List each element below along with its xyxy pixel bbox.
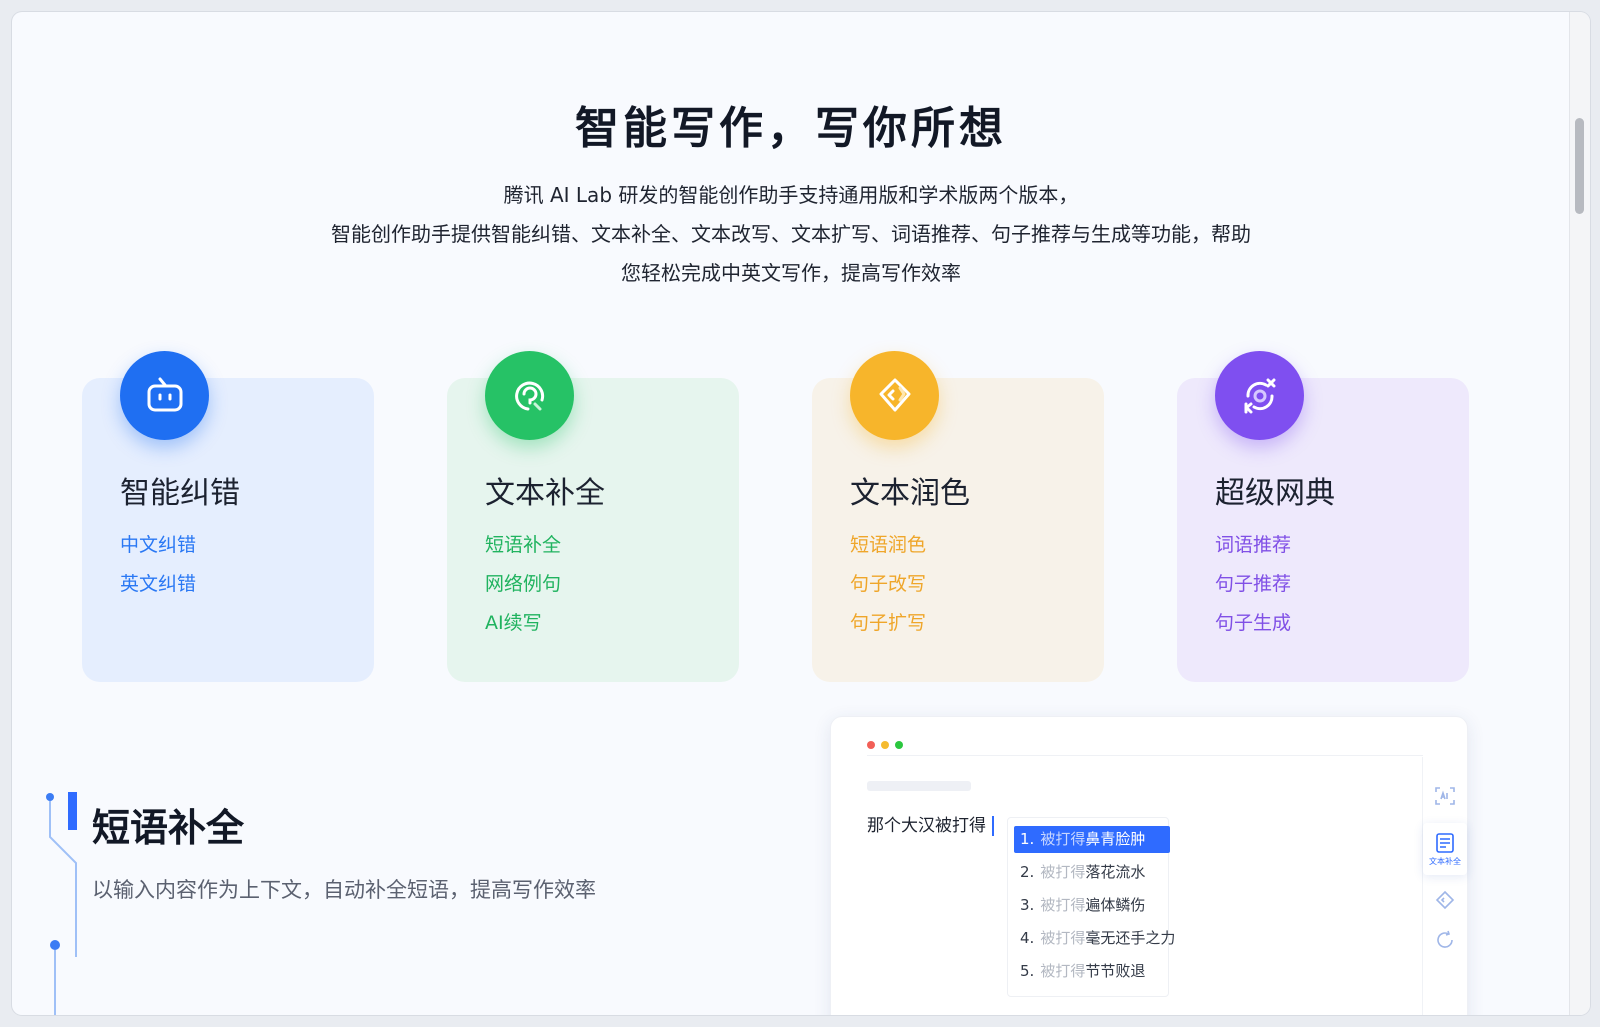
- hero-desc-line: 智能创作助手提供智能纠错、文本补全、文本改写、文本扩写、词语推荐、句子推荐与生成…: [331, 222, 1251, 246]
- vertical-scrollbar[interactable]: [1569, 12, 1590, 1015]
- minimize-dot: [881, 741, 889, 749]
- card-link-phrase-polish[interactable]: 短语润色: [850, 526, 926, 565]
- text-complete-icon[interactable]: 文本补全: [1423, 823, 1467, 875]
- feature-card-polish: 文本润色 短语润色 句子改写 句子扩写: [812, 351, 1104, 682]
- scrollbar-thumb[interactable]: [1575, 118, 1584, 214]
- section-title: 短语补全: [92, 806, 245, 850]
- card-title: 文本补全: [485, 476, 605, 511]
- card-link-ai-continue[interactable]: AI续写: [485, 604, 561, 643]
- card-link-phrase-completion[interactable]: 短语补全: [485, 526, 561, 565]
- suggestion-item[interactable]: 4. 被打得毫无还手之力: [1008, 922, 1175, 955]
- hero-desc-line: 您轻松完成中英文写作，提高写作效率: [621, 261, 961, 285]
- card-title: 文本润色: [850, 476, 970, 511]
- feature-card-correction: 智能纠错 中文纠错 英文纠错: [82, 351, 374, 682]
- card-link-sentence-expand[interactable]: 句子扩写: [850, 604, 926, 643]
- card-link-chinese-correction[interactable]: 中文纠错: [120, 526, 196, 565]
- tag-diamond-icon: [850, 351, 939, 440]
- card-link-word-recommend[interactable]: 词语推荐: [1215, 526, 1291, 565]
- robot-face-icon: [120, 351, 209, 440]
- suggestion-prefix: 被打得: [1040, 896, 1086, 914]
- page-title: 智能写作，写你所想: [575, 103, 1007, 154]
- editor-side-toolbar: 文本补全: [1422, 757, 1467, 1015]
- suggestion-completion: 毫无还手之力: [1085, 929, 1176, 947]
- demo-editor-window: 那个大汉被打得 1. 被打得鼻青脸肿 2. 被打得落花流水 3. 被打得遍体鳞伤 4.…: [830, 716, 1468, 1015]
- feature-card-completion: 文本补全 短语补全 网络例句 AI续写: [447, 351, 739, 682]
- scan-text-icon[interactable]: [1423, 785, 1467, 807]
- card-link-web-examples[interactable]: 网络例句: [485, 565, 561, 604]
- card-link-sentence-rewrite[interactable]: 句子改写: [850, 565, 926, 604]
- hero-desc-line: 腾讯 AI Lab 研发的智能创作助手支持通用版和学术版两个版本，: [503, 183, 1079, 207]
- tag-icon[interactable]: [1423, 889, 1467, 911]
- chat-refresh-icon: [485, 351, 574, 440]
- placeholder-bar: [867, 781, 971, 791]
- card-link-english-correction[interactable]: 英文纠错: [120, 565, 196, 604]
- suggestion-completion: 节节败退: [1085, 962, 1146, 980]
- section-description: 以输入内容作为上下文，自动补全短语，提高写作效率: [92, 878, 596, 902]
- card-title: 超级网典: [1215, 476, 1335, 511]
- suggestion-item[interactable]: 5. 被打得节节败退: [1008, 955, 1168, 988]
- suggestion-dropdown: 1. 被打得鼻青脸肿 2. 被打得落花流水 3. 被打得遍体鳞伤 4. 被打得毫无还手之…: [1007, 817, 1175, 997]
- editor-text-input[interactable]: 那个大汉被打得: [867, 811, 994, 836]
- suggestion-item[interactable]: 2. 被打得落花流水: [1008, 856, 1168, 889]
- suggestion-number: 2.: [1020, 863, 1035, 881]
- suggestion-prefix: 被打得: [1040, 929, 1086, 947]
- browser-window: 智能写作，写你所想 腾讯 AI Lab 研发的智能创作助手支持通用版和学术版两个…: [12, 12, 1590, 1015]
- card-link-sentence-generate[interactable]: 句子生成: [1215, 604, 1291, 643]
- hero-description: 腾讯 AI Lab 研发的智能创作助手支持通用版和学术版两个版本， 智能创作助手…: [12, 176, 1570, 293]
- refresh-icon[interactable]: [1423, 929, 1467, 951]
- window-controls: [867, 734, 909, 753]
- card-title: 智能纠错: [120, 476, 240, 511]
- suggestion-number: 4.: [1020, 929, 1035, 947]
- suggestion-prefix: 被打得: [1040, 962, 1086, 980]
- suggestion-completion: 落花流水: [1085, 863, 1146, 881]
- feature-card-dictionary: 超级网典 词语推荐 句子推荐 句子生成: [1177, 351, 1469, 682]
- tool-label: 文本补全: [1429, 856, 1461, 866]
- suggestion-number: 3.: [1020, 896, 1035, 914]
- suggestion-number: 5.: [1020, 962, 1035, 980]
- suggestion-prefix: 被打得: [1040, 830, 1086, 848]
- maximize-dot: [895, 741, 903, 749]
- text-caret: [992, 816, 994, 836]
- close-dot: [867, 741, 875, 749]
- suggestion-completion: 遍体鳞伤: [1085, 896, 1146, 914]
- suggestion-item[interactable]: 3. 被打得遍体鳞伤: [1008, 889, 1168, 922]
- divider: [867, 755, 1423, 756]
- suggestion-completion: 鼻青脸肿: [1085, 830, 1146, 848]
- card-link-sentence-recommend[interactable]: 句子推荐: [1215, 565, 1291, 604]
- typed-text: 那个大汉被打得: [867, 816, 986, 836]
- suggestion-item[interactable]: 1. 被打得鼻青脸肿: [1014, 826, 1170, 853]
- suggestion-prefix: 被打得: [1040, 863, 1086, 881]
- page-content: 智能写作，写你所想 腾讯 AI Lab 研发的智能创作助手支持通用版和学术版两个…: [12, 12, 1570, 1015]
- translate-cycle-icon: [1215, 351, 1304, 440]
- suggestion-number: 1.: [1020, 830, 1035, 848]
